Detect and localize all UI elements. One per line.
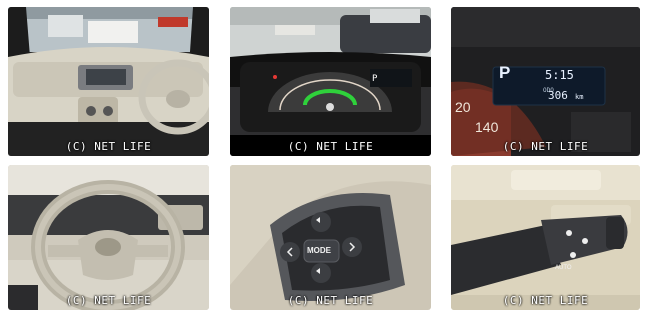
watermark-text: (C) NET LIFE — [65, 294, 152, 307]
steering-wheel-image — [8, 165, 209, 310]
steering-switch-image — [230, 165, 431, 310]
dashboard-image — [8, 7, 209, 156]
mode-button-label: MODE — [307, 246, 331, 255]
svg-text:P: P — [372, 74, 378, 84]
speed-mark-140: 140 — [475, 119, 499, 135]
photo-steering-switch: MODE (C) NET LIFE — [230, 165, 431, 310]
photo-light-stalk: AUTO (C) NET LIFE — [451, 165, 640, 310]
clock-readout: 5:15 — [545, 68, 574, 82]
photo-steering-wheel: (C) NET LIFE — [8, 165, 209, 310]
watermark-text: (C) NET LIFE — [65, 140, 152, 153]
photo-dashboard: (C) NET LIFE — [8, 7, 209, 156]
odometer-unit: km — [575, 93, 584, 101]
odometer-value: 306 — [548, 89, 568, 102]
watermark-text: (C) NET LIFE — [502, 140, 589, 153]
watermark-text: (C) NET LIFE — [287, 140, 374, 153]
cluster-image: P — [230, 7, 431, 156]
watermark-text: (C) NET LIFE — [502, 294, 589, 307]
speed-mark-20: 20 — [455, 99, 471, 115]
photo-instrument-cluster: P (C) NET LIFE — [230, 7, 431, 156]
watermark-text: (C) NET LIFE — [287, 294, 374, 307]
auto-label: AUTO — [555, 265, 572, 271]
photo-odometer: P 5:15 ODO 306 km 20 140 (C) NET LIFE — [451, 7, 640, 156]
gear-indicator: P — [499, 63, 511, 82]
light-stalk-image — [451, 165, 640, 310]
